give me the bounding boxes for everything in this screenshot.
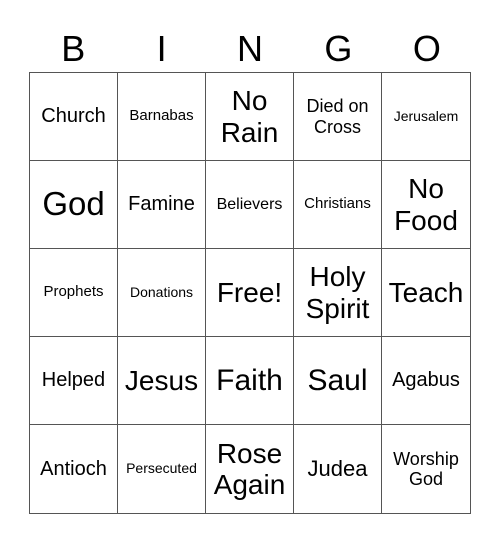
bingo-cell[interactable]: Donations [118, 249, 206, 337]
bingo-header: B I N G O [29, 26, 471, 72]
bingo-cell[interactable]: Famine [118, 161, 206, 249]
bingo-cell[interactable]: Died on Cross [294, 73, 382, 161]
header-letter-b: B [61, 28, 86, 69]
bingo-cell[interactable]: Saul [294, 337, 382, 425]
header-letter-n: N [237, 28, 264, 69]
bingo-cell[interactable]: Holy Spirit [294, 249, 382, 337]
bingo-cell[interactable]: Judea [294, 425, 382, 513]
bingo-cell[interactable]: No Food [382, 161, 470, 249]
bingo-cell[interactable]: Worship God [382, 425, 470, 513]
bingo-cell[interactable]: Rose Again [206, 425, 294, 513]
bingo-cell[interactable]: Persecuted [118, 425, 206, 513]
bingo-cell[interactable]: Jesus [118, 337, 206, 425]
header-letter-o: O [412, 28, 441, 69]
bingo-cell[interactable]: Helped [30, 337, 118, 425]
header-letter-g: G [324, 28, 353, 69]
bingo-cell[interactable]: Faith [206, 337, 294, 425]
bingo-cell[interactable]: God [30, 161, 118, 249]
bingo-cell[interactable]: Church [30, 73, 118, 161]
bingo-grid: Church Barnabas No Rain Died on Cross Jerusa… [29, 72, 471, 514]
bingo-cell[interactable]: Barnabas [118, 73, 206, 161]
bingo-cell[interactable]: Free! [206, 249, 294, 337]
bingo-cell[interactable]: Antioch [30, 425, 118, 513]
bingo-cell[interactable]: No Rain [206, 73, 294, 161]
bingo-cell[interactable]: Teach [382, 249, 470, 337]
bingo-cell[interactable]: Agabus [382, 337, 470, 425]
bingo-cell[interactable]: Believers [206, 161, 294, 249]
bingo-cell[interactable]: Christians [294, 161, 382, 249]
bingo-cell[interactable]: Prophets [30, 249, 118, 337]
bingo-cell[interactable]: Jerusalem [382, 73, 470, 161]
header-letter-i: I [156, 28, 167, 69]
